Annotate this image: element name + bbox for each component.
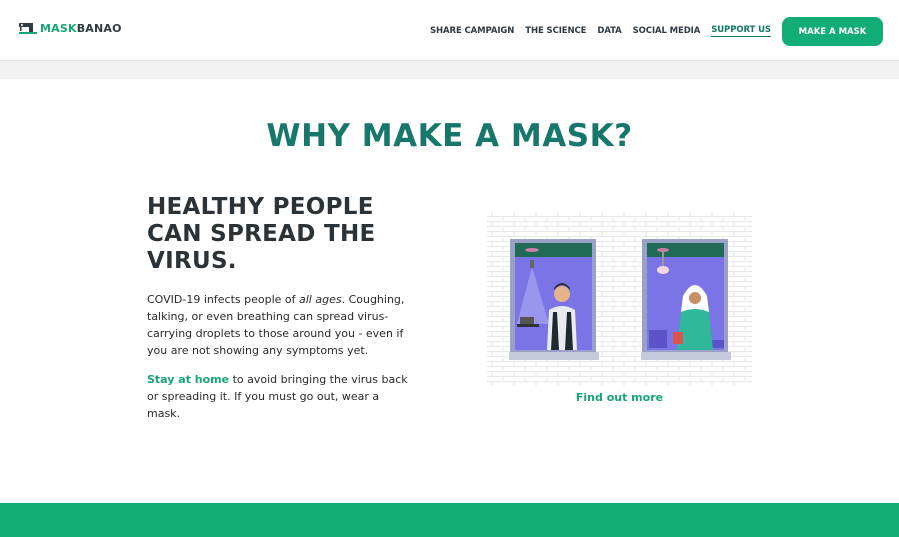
nav-share-campaign[interactable]: SHARE CAMPAIGN <box>430 26 514 36</box>
logo-text-banao: BANAO <box>76 21 122 35</box>
header-divider-strip <box>0 61 899 79</box>
main-nav: SHARE CAMPAIGN THE SCIENCE DATA SOCIAL M… <box>430 25 782 37</box>
para1-text-start: COVID-19 infects people of <box>147 293 299 306</box>
nav-the-science[interactable]: THE SCIENCE <box>525 26 586 36</box>
site-header: MASK BANAO SHARE CAMPAIGN THE SCIENCE DA… <box>0 0 899 61</box>
logo-text-mask: MASK <box>40 21 77 35</box>
section-title: WHY MAKE A MASK? <box>266 118 633 154</box>
site-logo[interactable]: MASK BANAO <box>18 20 122 36</box>
nav-data[interactable]: DATA <box>597 26 621 36</box>
stay-home-paragraph: Stay at home to avoid bringing the virus… <box>147 371 409 422</box>
window-right <box>641 239 731 360</box>
stay-at-home-link[interactable]: Stay at home <box>147 373 229 386</box>
sewing-machine-icon <box>19 23 37 34</box>
infection-paragraph: COVID-19 infects people of all ages. Cou… <box>147 291 409 359</box>
para1-emphasis: all ages <box>299 293 342 306</box>
find-out-more-link[interactable]: Find out more <box>487 391 752 404</box>
nav-support-us[interactable]: SUPPORT US <box>711 25 771 37</box>
nav-social-media[interactable]: SOCIAL MEDIA <box>633 26 701 36</box>
window-left <box>509 239 599 360</box>
section-heading: HEALTHY PEOPLE CAN SPREAD THE VIRUS. <box>147 194 376 274</box>
windows-illustration <box>487 212 752 386</box>
footer-band <box>0 503 899 537</box>
info-column: HEALTHY PEOPLE CAN SPREAD THE VIRUS. COV… <box>147 194 409 422</box>
make-a-mask-button[interactable]: MAKE A MASK <box>782 17 883 46</box>
